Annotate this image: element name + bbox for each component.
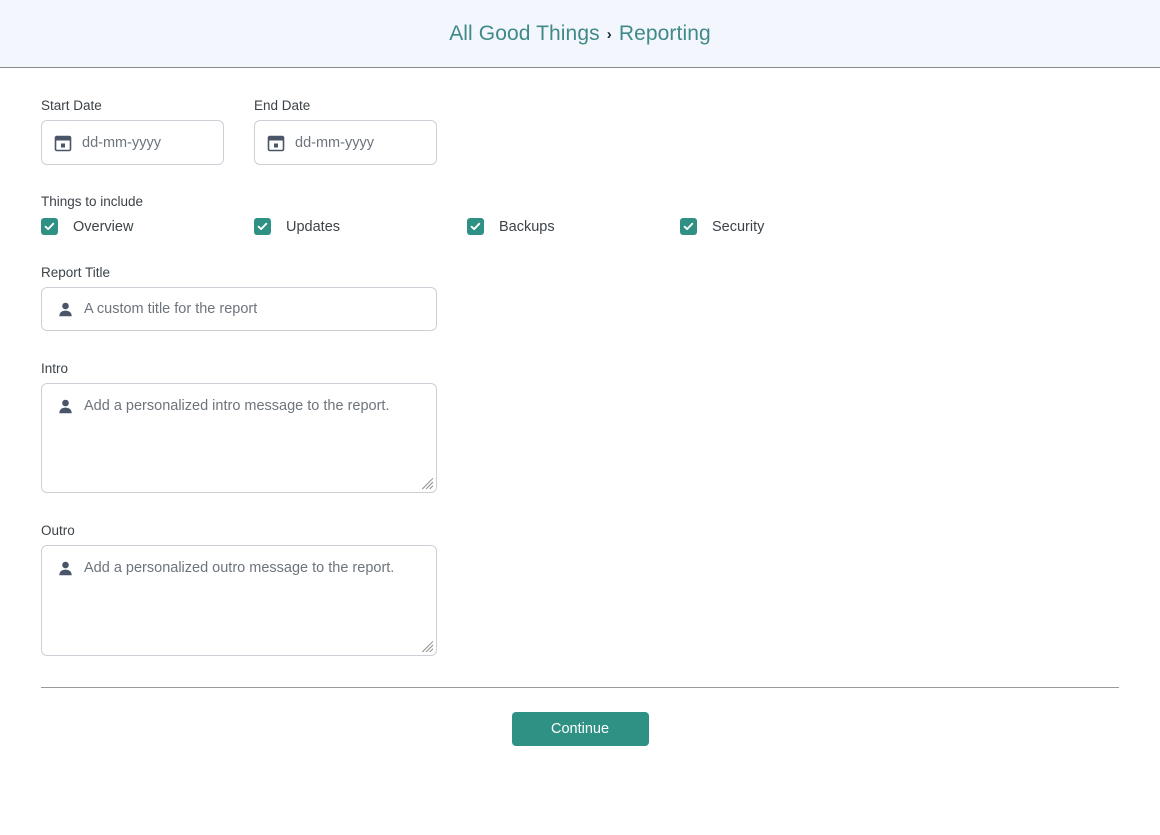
continue-button[interactable]: Continue bbox=[511, 712, 649, 746]
end-date-label: End Date bbox=[254, 98, 311, 113]
start-date-input[interactable]: dd-mm-yyyy bbox=[41, 120, 224, 165]
outro-label: Outro bbox=[41, 523, 75, 538]
checkbox-item-backups[interactable]: Backups bbox=[467, 218, 680, 235]
end-date-group: End Date dd-mm-yyyy bbox=[254, 98, 437, 165]
report-title-placeholder: A custom title for the report bbox=[84, 301, 258, 317]
chevron-right-icon: › bbox=[606, 26, 612, 43]
person-icon bbox=[54, 298, 76, 320]
things-to-include-label: Things to include bbox=[41, 194, 144, 209]
checkbox-item-security[interactable]: Security bbox=[680, 218, 893, 235]
start-date-label: Start Date bbox=[41, 98, 102, 113]
checkbox-label-updates: Updates bbox=[286, 218, 341, 235]
outro-placeholder: Add a personalized outro message to the … bbox=[84, 560, 395, 576]
things-to-include-options: Overview Updates Backups Security bbox=[41, 218, 1119, 235]
outro-textarea[interactable]: Add a personalized outro message to the … bbox=[41, 545, 437, 656]
report-title-group: Report Title A custom title for the repo… bbox=[41, 265, 1119, 331]
calendar-icon bbox=[52, 132, 74, 154]
person-icon bbox=[54, 557, 76, 579]
person-icon bbox=[54, 395, 76, 417]
checkbox-item-updates[interactable]: Updates bbox=[254, 218, 467, 235]
intro-label: Intro bbox=[41, 361, 69, 376]
checkmark-icon[interactable] bbox=[680, 218, 697, 235]
calendar-icon bbox=[265, 132, 287, 154]
things-to-include-group: Things to include Overview Updates Backu… bbox=[41, 194, 1119, 235]
breadcrumb: All Good Things › Reporting bbox=[449, 22, 711, 46]
checkmark-icon[interactable] bbox=[254, 218, 271, 235]
intro-placeholder: Add a personalized intro message to the … bbox=[84, 398, 390, 414]
end-date-input[interactable]: dd-mm-yyyy bbox=[254, 120, 437, 165]
checkbox-label-security: Security bbox=[712, 218, 765, 235]
start-date-group: Start Date dd-mm-yyyy bbox=[41, 98, 224, 165]
checkmark-icon[interactable] bbox=[41, 218, 58, 235]
reporting-form: Start Date dd-mm-yyyy End Date dd-mm-yyy… bbox=[0, 68, 1160, 656]
date-range-row: Start Date dd-mm-yyyy End Date dd-mm-yyy… bbox=[41, 68, 1119, 165]
outro-group: Outro Add a personalized outro message t… bbox=[41, 523, 1119, 656]
checkmark-icon[interactable] bbox=[467, 218, 484, 235]
intro-textarea[interactable]: Add a personalized intro message to the … bbox=[41, 383, 437, 493]
footer: Continue bbox=[0, 688, 1160, 746]
report-title-label: Report Title bbox=[41, 265, 111, 280]
checkbox-label-overview: Overview bbox=[73, 218, 134, 235]
breadcrumb-current-page: Reporting bbox=[618, 21, 711, 45]
report-title-input[interactable]: A custom title for the report bbox=[41, 287, 437, 331]
app-header: All Good Things › Reporting bbox=[0, 0, 1160, 68]
resize-handle-icon[interactable] bbox=[421, 477, 434, 490]
breadcrumb-root-link[interactable]: All Good Things bbox=[449, 22, 600, 46]
resize-handle-icon[interactable] bbox=[421, 640, 434, 653]
end-date-placeholder: dd-mm-yyyy bbox=[295, 134, 374, 151]
start-date-placeholder: dd-mm-yyyy bbox=[82, 134, 161, 151]
checkbox-item-overview[interactable]: Overview bbox=[41, 218, 254, 235]
intro-group: Intro Add a personalized intro message t… bbox=[41, 361, 1119, 493]
checkbox-label-backups: Backups bbox=[499, 218, 555, 235]
